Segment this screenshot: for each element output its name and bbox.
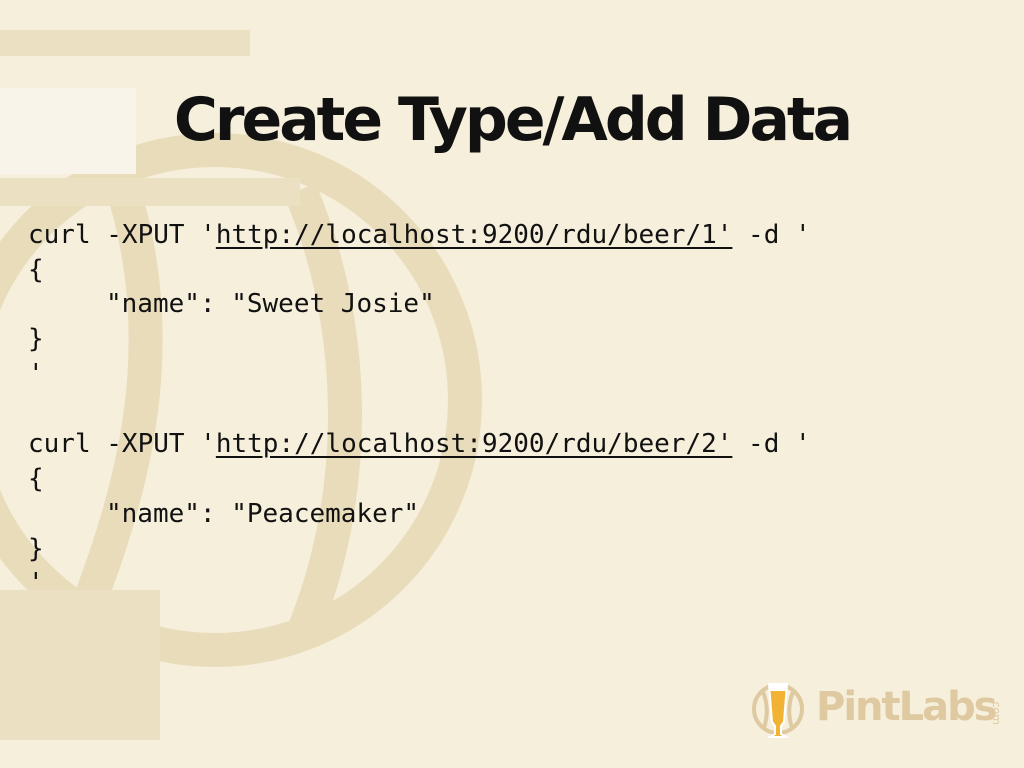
- json-name-field: "name": "Peacemaker": [106, 498, 420, 529]
- code-body-line: "name": "Sweet Josie": [28, 287, 988, 322]
- url-link[interactable]: http://localhost:9200/rdu/beer/2': [216, 429, 733, 459]
- curl-data-flag: -d ': [732, 220, 811, 250]
- curl-command: curl -XPUT ': [28, 220, 216, 250]
- brand-tld: .com: [990, 698, 1003, 725]
- slide-title: Create Type/Add Data: [173, 85, 853, 155]
- code-body-line: "name": "Peacemaker": [28, 497, 988, 532]
- beer-glass-logo-icon: [752, 683, 804, 738]
- url-link[interactable]: http://localhost:9200/rdu/beer/1': [216, 220, 733, 250]
- code-snippet-1: curl -XPUT 'http://localhost:9200/rdu/be…: [28, 218, 988, 391]
- pintlabs-logo: PintLabs .com: [748, 676, 1018, 742]
- code-close-quote: ': [28, 568, 44, 599]
- curl-command: curl -XPUT ': [28, 429, 216, 460]
- curl-data-flag: -d ': [732, 429, 811, 460]
- code-close-brace: }: [28, 324, 44, 355]
- code-block: curl -XPUT 'http://localhost:9200/rdu/be…: [28, 218, 988, 637]
- code-snippet-2: curl -XPUT 'http://localhost:9200/rdu/be…: [28, 427, 988, 600]
- code-open-brace: {: [28, 254, 44, 285]
- json-name-field: "name": "Sweet Josie": [106, 289, 435, 320]
- code-open-brace: {: [28, 464, 44, 495]
- code-line-curl: curl -XPUT 'http://localhost:9200/rdu/be…: [28, 427, 988, 462]
- slide: Create Type/Add Data curl -XPUT 'http://…: [0, 0, 1024, 768]
- code-close-brace: }: [28, 533, 44, 564]
- brand-name: PintLabs: [816, 684, 998, 730]
- code-close-quote: ': [28, 358, 44, 389]
- code-line-curl: curl -XPUT 'http://localhost:9200/rdu/be…: [28, 218, 988, 253]
